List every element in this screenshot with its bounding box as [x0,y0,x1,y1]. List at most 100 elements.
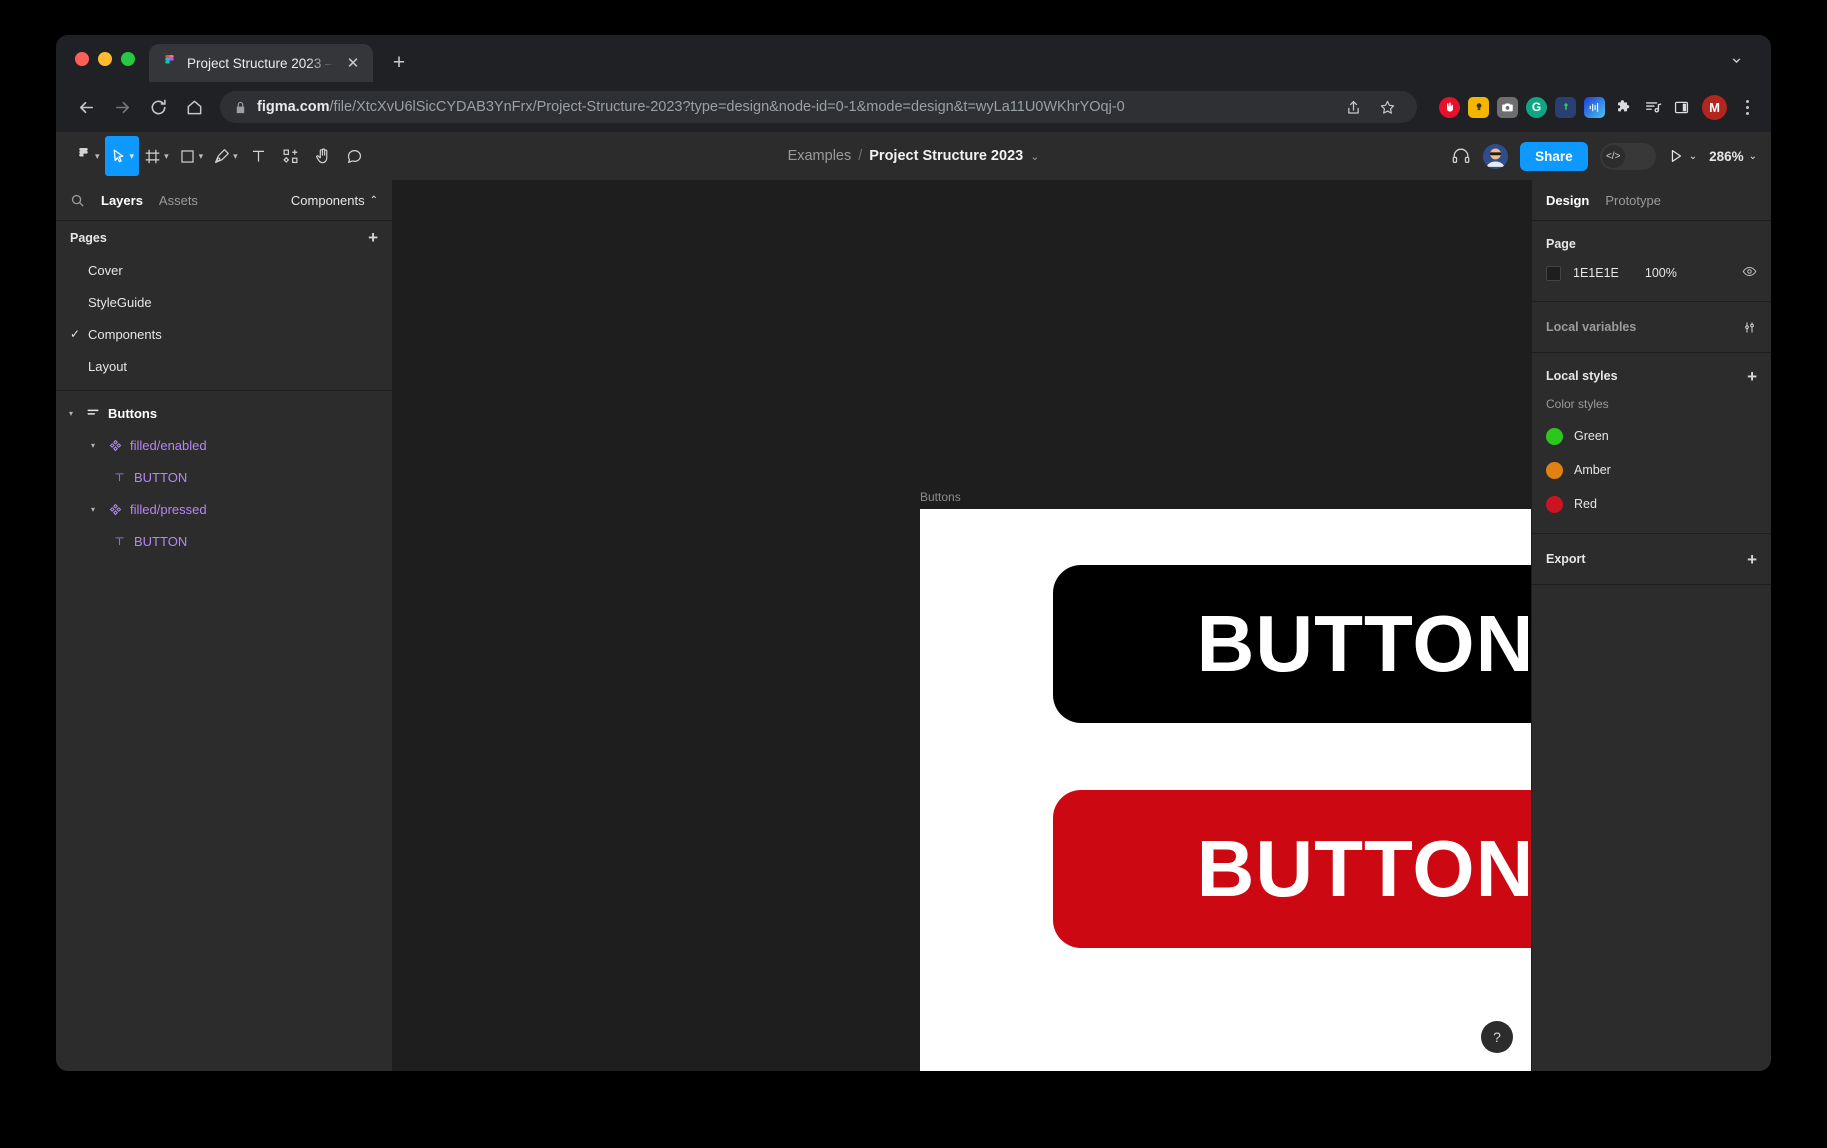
pen-tool-button[interactable]: ▾ [208,136,243,176]
zoom-control[interactable]: 286% ⌄ [1709,149,1757,164]
figma-toolbar-right: Share </> ⌄ 286% ⌄ [1451,141,1757,171]
page-section-title: Page [1546,237,1576,251]
page-item-styleguide[interactable]: StyleGuide [56,286,392,318]
help-button[interactable]: ? [1481,1021,1513,1053]
page-color-opacity[interactable]: 100% [1645,266,1677,280]
page-color-hex[interactable]: 1E1E1E [1573,266,1619,280]
browser-menu-icon[interactable] [1735,93,1759,121]
reading-list-icon[interactable] [1642,97,1663,118]
text-tool-button[interactable] [243,136,275,176]
forward-button[interactable] [106,91,138,123]
bookmark-star-icon[interactable] [1371,91,1403,123]
add-export-button[interactable]: + [1747,551,1757,568]
main-menu-button[interactable]: ▾ [70,136,105,176]
hand-tool-button[interactable] [307,136,339,176]
url-path: /file/XtcXvU6lSicCYDAB3YnFrx/Project-Str… [329,99,1125,115]
collaborator-avatar[interactable] [1483,143,1509,169]
tab-list-chevron-down-icon[interactable] [1719,43,1753,77]
export-header: Export + [1532,546,1771,572]
filled-enabled-button-label: BUTTON [1196,599,1531,688]
profile-avatar[interactable]: M [1702,94,1727,120]
home-button[interactable] [178,91,210,123]
shape-tool-button[interactable]: ▾ [174,136,209,176]
layer-row-filled-pressed[interactable]: ▾ filled/pressed [56,493,392,525]
frame-label[interactable]: Buttons [920,490,961,504]
variables-sliders-icon[interactable] [1742,320,1757,335]
zoom-level-label: 286% [1709,148,1744,164]
eye-icon[interactable] [1742,264,1757,282]
notes-extension-icon[interactable] [1468,96,1489,118]
tab-design[interactable]: Design [1546,193,1589,208]
page-background-row[interactable]: 1E1E1E 100% [1532,257,1771,289]
color-style-green[interactable]: Green [1532,419,1771,453]
dev-mode-label: </> [1601,144,1625,168]
breadcrumb-file-name[interactable]: Project Structure 2023 [869,148,1023,164]
headphones-icon[interactable] [1451,146,1471,166]
figma-body: Layers Assets Components ⌃ Pages + Cover [56,180,1771,1071]
back-button[interactable] [70,91,102,123]
maximize-window-button[interactable] [121,51,135,66]
frame-tool-button[interactable]: ▾ [139,136,174,176]
local-styles-header: Local styles + [1532,363,1771,389]
export-title: Export [1546,552,1586,566]
grammarly-extension-icon[interactable]: G [1526,96,1547,118]
move-tool-button[interactable]: ▾ [104,136,140,176]
puzzle-extension-icon[interactable] [1613,97,1634,118]
layer-caret-icon[interactable]: ▾ [64,409,78,418]
browser-tab-strip: Project Structure 2023 – Figm ✕ + [56,35,1771,82]
tab-layers[interactable]: Layers [101,193,143,208]
tab-prototype[interactable]: Prototype [1605,193,1661,208]
color-style-label: Red [1574,497,1597,511]
side-panel-icon[interactable] [1671,97,1692,118]
filled-enabled-button[interactable]: BUTTON [1053,565,1531,723]
zoom-chevron-down-icon: ⌄ [1748,150,1757,162]
page-item-label: Cover [88,262,123,278]
canvas-frame-buttons[interactable]: BUTTON BUTTON [920,509,1531,1071]
local-variables-row[interactable]: Local variables [1532,314,1771,340]
page-item-cover[interactable]: Cover [56,254,392,286]
add-style-button[interactable]: + [1747,368,1757,385]
share-page-icon[interactable] [1337,91,1369,123]
color-style-amber[interactable]: Amber [1532,453,1771,487]
new-tab-button[interactable]: + [382,45,416,79]
address-bar-url: figma.com/file/XtcXvU6lSicCYDAB3YnFrx/Pr… [257,99,1327,115]
resources-tool-button[interactable] [275,136,307,176]
address-bar[interactable]: figma.com/file/XtcXvU6lSicCYDAB3YnFrx/Pr… [220,91,1417,123]
tab-assets[interactable]: Assets [159,193,198,208]
layer-row-buttons[interactable]: ▾ Buttons [56,397,392,429]
page-selector-label: Components [290,192,365,208]
layer-row-filled-enabled[interactable]: ▾ filled/enabled [56,429,392,461]
close-window-button[interactable] [75,51,89,66]
layer-caret-icon[interactable]: ▾ [86,441,100,450]
layer-row-button-text-1[interactable]: BUTTON [56,461,392,493]
search-icon[interactable] [70,193,85,208]
upload-extension-icon[interactable] [1555,96,1576,118]
adblock-extension-icon[interactable] [1439,96,1460,118]
comment-tool-button[interactable] [339,136,371,176]
layers-tree: ▾ Buttons ▾ filled/enabled BUTTON ▾ fill… [56,391,392,557]
right-sidebar: Design Prototype Page 1E1E1E 100% Local … [1531,180,1771,1071]
add-page-button[interactable]: + [368,229,378,246]
layer-row-button-text-2[interactable]: BUTTON [56,525,392,557]
minimize-window-button[interactable] [98,51,112,66]
share-button[interactable]: Share [1520,141,1588,171]
figma-canvas[interactable]: Buttons BUTTON BUTTON ? [393,180,1531,1071]
audio-extension-icon[interactable] [1584,96,1605,118]
color-swatch-red [1546,495,1563,513]
browser-tab[interactable]: Project Structure 2023 – Figm ✕ [149,44,373,82]
filled-pressed-button[interactable]: BUTTON [1053,790,1531,948]
page-item-layout[interactable]: Layout [56,350,392,382]
component-icon [107,439,123,452]
screenshot-extension-icon[interactable] [1497,96,1518,118]
reload-button[interactable] [142,91,174,123]
present-button[interactable]: ⌄ [1668,148,1697,164]
close-tab-button[interactable]: ✕ [343,53,363,73]
dev-mode-toggle[interactable]: </> [1599,142,1656,170]
breadcrumb-chevron-down-icon[interactable]: ⌄ [1030,150,1039,163]
layer-caret-icon[interactable]: ▾ [86,505,100,514]
page-item-components[interactable]: ✓ Components [56,318,392,350]
color-style-red[interactable]: Red [1532,487,1771,521]
page-selector[interactable]: Components ⌃ [291,193,378,208]
breadcrumb-project[interactable]: Examples [788,148,852,164]
page-color-swatch[interactable] [1546,265,1561,281]
